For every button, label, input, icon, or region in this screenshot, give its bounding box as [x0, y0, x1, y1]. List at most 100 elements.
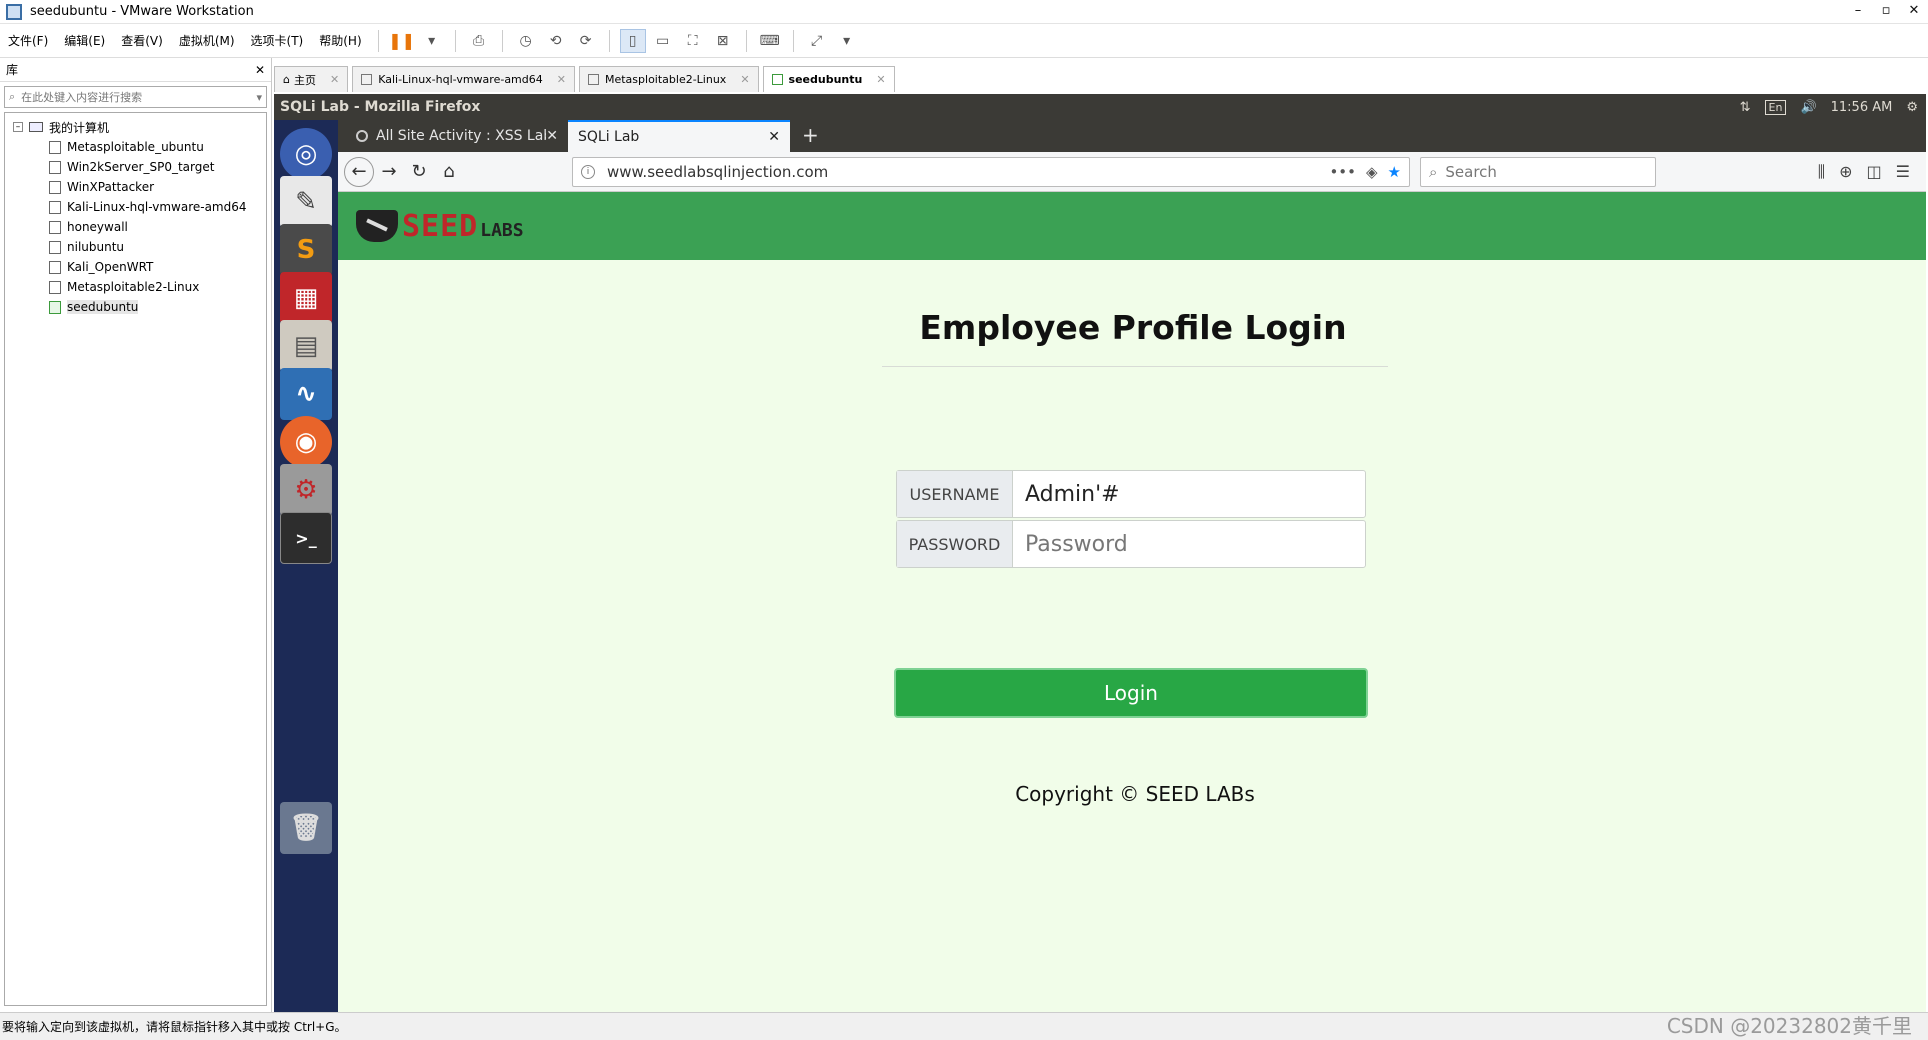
- url-bar[interactable]: i www.seedlabsqlinjection.com ••• ◈ ★: [572, 156, 1410, 187]
- stretch-icon[interactable]: ⤢: [804, 29, 830, 53]
- tab-xss-lab[interactable]: All Site Activity : XSS Lab ✕: [346, 120, 568, 152]
- tree-item-label: Win2kServer_SP0_target: [67, 160, 215, 174]
- chevron-down-icon[interactable]: ▾: [256, 91, 262, 104]
- sublime-icon[interactable]: S: [280, 224, 332, 276]
- volume-icon[interactable]: 🔊: [1800, 100, 1816, 115]
- network-icon[interactable]: ⇅: [1740, 100, 1751, 115]
- close-icon[interactable]: ✕: [740, 73, 749, 86]
- firefox-icon[interactable]: ◉: [280, 416, 332, 468]
- pocket-icon[interactable]: ◈: [1366, 163, 1378, 181]
- tree-item-vm[interactable]: nilubuntu: [5, 237, 266, 257]
- tab-home[interactable]: ⌂ 主页 ✕: [274, 66, 349, 92]
- vm-running-icon: [49, 300, 61, 314]
- page-actions-icon[interactable]: •••: [1329, 163, 1356, 181]
- terminal-icon[interactable]: >_: [280, 512, 332, 564]
- gear-icon[interactable]: ⚙: [1906, 100, 1918, 115]
- back-icon[interactable]: ←: [344, 156, 374, 187]
- username-input[interactable]: Admin'#: [1013, 471, 1365, 517]
- tab-label: seedubuntu: [788, 73, 863, 86]
- send-keys-icon[interactable]: ⎙: [466, 29, 492, 53]
- library-panel: 库 ✕ ⌕ 在此处键入内容进行搜索 ▾ – 我的计算机 Metasploitab…: [0, 58, 272, 1012]
- web-page: SEED LABS Employee Profile Login USERNAM…: [338, 192, 1926, 1012]
- minimize-icon[interactable]: –: [1844, 0, 1872, 24]
- tree-root-label: 我的计算机: [49, 120, 110, 135]
- thumbnail-view-icon[interactable]: ▭: [650, 29, 676, 53]
- vm-icon: [587, 74, 599, 85]
- wireshark-icon[interactable]: ∿: [280, 368, 332, 420]
- info-icon[interactable]: i: [581, 164, 595, 179]
- search-input[interactable]: ⌕ Search: [1420, 156, 1656, 187]
- snapshot-manager-icon[interactable]: ⟳: [573, 29, 599, 53]
- close-icon[interactable]: ✕: [255, 63, 265, 77]
- bookmark-star-icon[interactable]: ★: [1388, 163, 1401, 181]
- clock[interactable]: 11:56 AM: [1831, 100, 1893, 115]
- extension-icon[interactable]: ⊕: [1839, 162, 1852, 181]
- tree-item-vm[interactable]: Kali_OpenWRT: [5, 257, 266, 277]
- tree-item-vm[interactable]: Metasploitable_ubuntu: [5, 137, 266, 157]
- tab-sqli-lab[interactable]: SQLi Lab ✕: [568, 120, 790, 152]
- file-manager-icon[interactable]: ▤: [280, 320, 332, 372]
- menu-vm[interactable]: 虚拟机(M): [171, 32, 243, 49]
- settings-icon[interactable]: ⚙: [280, 464, 332, 516]
- snapshot-icon[interactable]: ◷: [513, 29, 539, 53]
- username-label: USERNAME: [897, 471, 1013, 517]
- home-icon: ⌂: [283, 73, 290, 86]
- ghex-icon[interactable]: ▦: [280, 272, 332, 324]
- close-icon[interactable]: ✕: [768, 129, 780, 145]
- tree-item-vm[interactable]: honeywall: [5, 217, 266, 237]
- menu-help[interactable]: 帮助(H): [311, 32, 369, 49]
- login-button[interactable]: Login: [894, 668, 1368, 718]
- forward-icon[interactable]: →: [374, 157, 404, 187]
- tree-item-vm-selected[interactable]: seedubuntu: [5, 297, 266, 317]
- console-icon[interactable]: ⌨: [757, 29, 783, 53]
- new-tab-icon[interactable]: +: [790, 120, 831, 152]
- tab-kali[interactable]: Kali-Linux-hql-vmware-amd64 ✕: [352, 66, 575, 92]
- pause-icon[interactable]: ❚❚: [388, 29, 415, 53]
- username-field: USERNAME Admin'#: [896, 470, 1366, 518]
- reload-icon[interactable]: ↻: [404, 157, 434, 187]
- keyboard-layout[interactable]: En: [1764, 99, 1787, 115]
- tab-metasploitable2[interactable]: Metasploitable2-Linux ✕: [578, 66, 759, 92]
- page-title: Employee Profile Login: [919, 308, 1347, 347]
- unity-icon[interactable]: ⊠: [710, 29, 736, 53]
- trash-icon[interactable]: 🗑: [280, 802, 332, 854]
- tree-root-my-computer[interactable]: – 我的计算机: [5, 117, 266, 137]
- menu-view[interactable]: 查看(V): [113, 32, 171, 49]
- chevron-down-icon[interactable]: ▾: [834, 29, 860, 53]
- vm-icon: [49, 160, 61, 174]
- menu-edit[interactable]: 编辑(E): [56, 32, 113, 49]
- watermark: CSDN @20232802黄千里: [1666, 1014, 1912, 1038]
- firefox-window: All Site Activity : XSS Lab ✕ SQLi Lab ✕…: [338, 120, 1926, 1012]
- close-icon[interactable]: ✕: [876, 73, 885, 86]
- vm-icon: [49, 220, 61, 234]
- library-icon[interactable]: ⫼: [1818, 162, 1825, 182]
- maximize-icon[interactable]: ▫: [1872, 0, 1900, 24]
- tab-label: Kali-Linux-hql-vmware-amd64: [378, 73, 543, 86]
- home-icon[interactable]: ⌂: [434, 157, 464, 187]
- close-icon[interactable]: ✕: [330, 73, 339, 86]
- chevron-down-icon[interactable]: ▾: [419, 29, 445, 53]
- tree-item-vm[interactable]: WinXPattacker: [5, 177, 266, 197]
- tree-item-vm[interactable]: Kali-Linux-hql-vmware-amd64: [5, 197, 266, 217]
- seed-labs-logo[interactable]: SEED LABS: [356, 209, 524, 244]
- tree-item-vm[interactable]: Metasploitable2-Linux: [5, 277, 266, 297]
- guest-screen[interactable]: SQLi Lab - Mozilla Firefox ⇅ En 🔊 11:56 …: [274, 94, 1926, 1012]
- tree-item-label: Kali-Linux-hql-vmware-amd64: [67, 200, 247, 214]
- sidebar-icon[interactable]: ◫: [1867, 162, 1882, 181]
- close-icon[interactable]: ✕: [546, 128, 558, 144]
- close-icon[interactable]: ✕: [557, 73, 566, 86]
- tree-item-vm[interactable]: Win2kServer_SP0_target: [5, 157, 266, 177]
- menu-tabs[interactable]: 选项卡(T): [243, 32, 312, 49]
- library-search-input[interactable]: ⌕ 在此处键入内容进行搜索 ▾: [4, 86, 267, 108]
- fullscreen-icon[interactable]: ⛶: [680, 29, 706, 53]
- text-editor-icon[interactable]: ✎: [280, 176, 332, 228]
- tab-seedubuntu[interactable]: seedubuntu ✕: [762, 66, 895, 92]
- hamburger-menu-icon[interactable]: ☰: [1896, 162, 1910, 181]
- collapse-icon[interactable]: –: [13, 122, 23, 132]
- close-icon[interactable]: ✕: [1900, 0, 1928, 24]
- ubuntu-dash-icon[interactable]: ◎: [280, 128, 332, 180]
- password-input[interactable]: Password: [1013, 521, 1365, 567]
- library-view-icon[interactable]: ▯: [619, 28, 646, 53]
- menu-file[interactable]: 文件(F): [0, 32, 56, 49]
- revert-snapshot-icon[interactable]: ⟲: [543, 29, 569, 53]
